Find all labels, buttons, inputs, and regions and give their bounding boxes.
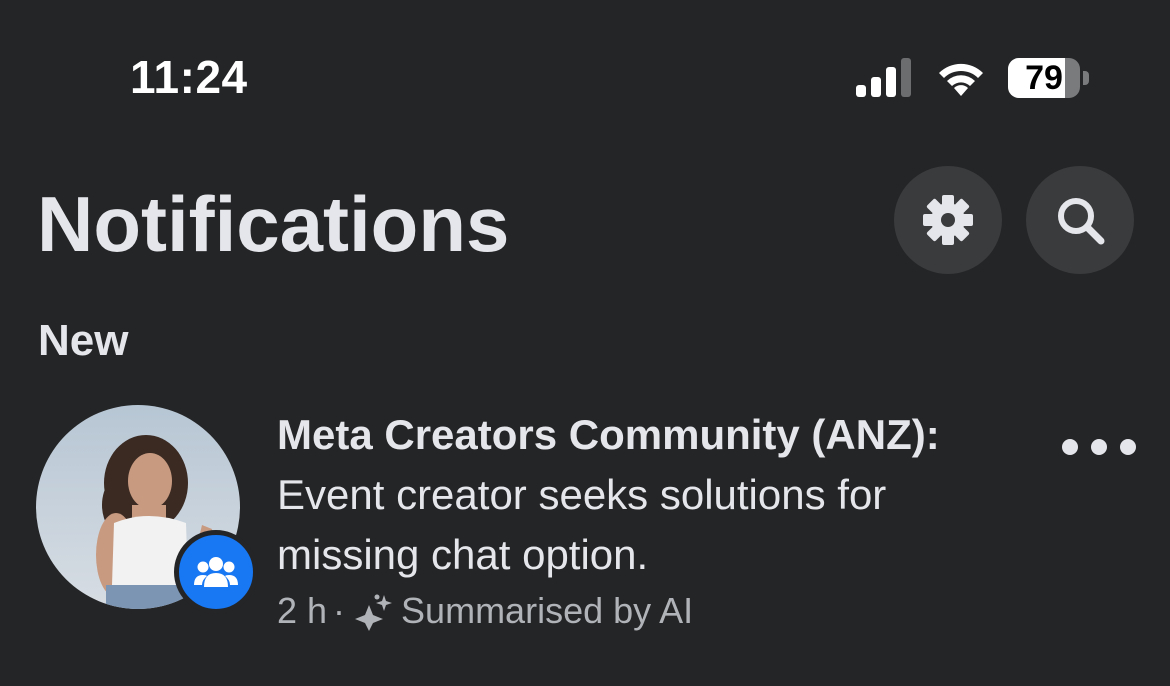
wifi-icon [939,63,983,96]
group-icon [194,557,238,587]
status-time: 11:24 [130,51,248,103]
battery-tip [1083,71,1089,85]
battery-icon: 79 [1008,58,1080,98]
battery-indicator: 79 [1008,58,1092,98]
page-title: Notifications [37,180,510,268]
gear-icon [923,195,973,245]
settings-button[interactable] [894,166,1002,274]
ai-sparkle-icon [355,594,393,631]
section-label-new: New [38,316,129,365]
search-button[interactable] [1026,166,1134,274]
notification-summary: Summarised by AI [401,590,694,631]
battery-level: 79 [1025,59,1063,97]
meta-separator: · [333,590,346,631]
more-dots-icon [1062,439,1078,455]
notification-meta: 2 h · Summarised by AI [277,589,693,633]
notification-item[interactable]: Meta Creators Community (ANZ): Event cre… [0,395,1170,655]
notification-text: Meta Creators Community (ANZ): Event cre… [277,405,1037,585]
notification-source: Meta Creators Community (ANZ): [277,411,940,458]
more-options-button[interactable] [1062,433,1136,461]
notification-time: 2 h [277,590,328,631]
notification-message: Event creator seeks solutions for missin… [277,471,887,578]
search-icon [1058,198,1105,245]
signal-icon [856,58,911,97]
group-badge [174,530,258,614]
notifications-screen: 11:24 79 Notifications New Meta Creators… [0,0,1170,686]
